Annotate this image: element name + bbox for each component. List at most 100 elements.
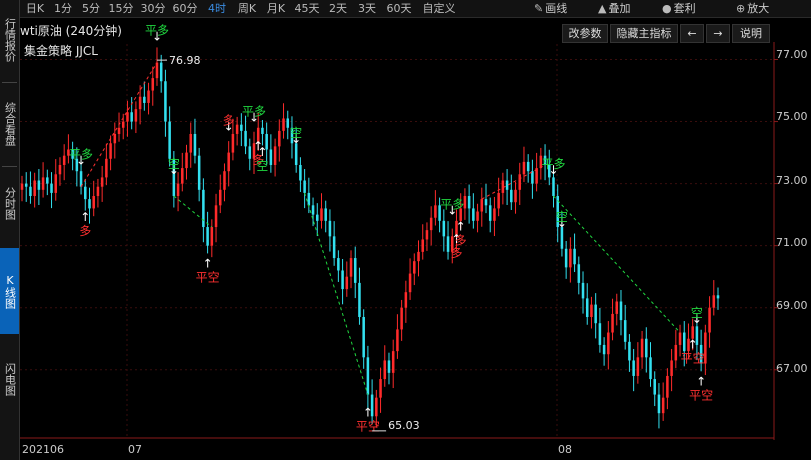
candle-body [383, 360, 387, 380]
candle-body [531, 171, 534, 184]
candle-body [218, 189, 222, 206]
candle-body [84, 186, 87, 200]
candle-body [24, 183, 28, 187]
candle-body [581, 282, 585, 299]
candle-body [176, 183, 180, 197]
candle-body [607, 332, 610, 355]
signal-arrow: ↑ [688, 337, 698, 351]
candle-body [421, 239, 424, 252]
candle-body [210, 227, 214, 246]
candle-body [189, 133, 192, 153]
candle-body [206, 227, 209, 246]
candle-body [640, 338, 644, 358]
candle-body [126, 112, 129, 122]
candle-body [235, 124, 239, 134]
candle-body [337, 258, 340, 271]
candle-body [181, 168, 184, 184]
candle-body [105, 158, 108, 178]
candle-body [353, 258, 357, 283]
candle-body [708, 307, 711, 333]
candle-body [526, 161, 530, 172]
signal-label: 平空 [689, 389, 713, 403]
candle-body [480, 199, 484, 212]
signal-arrow: ↑ [203, 257, 213, 271]
candle-body [615, 301, 619, 314]
candle-body [134, 109, 138, 122]
candle-body [653, 379, 656, 395]
candle-body [50, 183, 53, 193]
candle-body [442, 220, 446, 237]
candle-body [628, 341, 631, 361]
candle-body [269, 149, 273, 165]
candle-body [223, 171, 226, 190]
signal-label: 多 [455, 233, 467, 247]
signal-arrow: ↑ [696, 375, 706, 389]
candle-body [505, 180, 509, 190]
candle-body [366, 357, 370, 395]
candle-body [670, 360, 673, 376]
candle-body [484, 199, 488, 206]
candle-body [311, 205, 315, 215]
signal-label: 平空 [681, 351, 705, 365]
candle-body [159, 62, 163, 82]
candle-body [666, 375, 669, 398]
candle-body [316, 214, 319, 221]
trend-line [80, 62, 158, 187]
candle-body [227, 152, 230, 172]
candle-body [324, 208, 327, 221]
candle-body [560, 227, 564, 249]
candle-body [518, 174, 522, 190]
signal-label: 多 [223, 114, 235, 128]
candle-body [41, 177, 45, 190]
signal-label: 空 [256, 159, 268, 173]
candle-body [400, 307, 403, 330]
candle-body [716, 295, 720, 299]
candle-body [109, 143, 112, 159]
candle-body [214, 205, 218, 228]
candle-body [649, 357, 652, 380]
candle-body [138, 96, 142, 110]
candle-body [244, 130, 247, 147]
candle-body [682, 332, 686, 352]
signal-label: 平多 [541, 157, 565, 171]
low-value-label: 65.03 [388, 419, 420, 432]
candle-body [510, 189, 513, 203]
candle-body [54, 174, 58, 193]
signal-label: 空 [691, 306, 703, 320]
candle-body [168, 121, 171, 159]
candle-body [632, 360, 635, 376]
candle-body [429, 217, 433, 231]
signal-label: 平多 [440, 197, 464, 211]
candle-body [358, 282, 361, 318]
candle-body [493, 208, 496, 221]
candle-body [143, 96, 146, 103]
candle-body [248, 146, 252, 159]
candle-body [573, 248, 576, 265]
candle-body [594, 304, 597, 324]
candle-body [121, 121, 125, 128]
candle-body [417, 251, 420, 262]
candle-body [585, 298, 589, 318]
trend-line [173, 195, 213, 228]
candle-body [396, 329, 399, 352]
candle-body [446, 236, 450, 252]
candle-body [467, 196, 471, 209]
signal-label: 平空 [356, 420, 380, 434]
candle-body [678, 332, 682, 345]
kline-chart[interactable]: ↓平多↑多↓平多↓空↑平空↓多 ↓平多↑多↑空↓空↑平空↓平多↑多↑多↓平多↓空↑… [0, 0, 811, 460]
candle-body [661, 397, 665, 414]
signal-arrow: ↑ [80, 210, 90, 224]
candle-body [345, 276, 349, 290]
signal-label: 多 [79, 224, 91, 238]
signal-label: 空 [290, 126, 302, 140]
candle-body [434, 205, 437, 218]
candle-body [282, 118, 285, 131]
candle-body [155, 62, 159, 79]
candle-body [712, 295, 716, 308]
candle-body [307, 192, 311, 206]
candle-body [497, 192, 500, 209]
candle-body [332, 236, 336, 259]
candle-body [320, 208, 323, 221]
candle-body [151, 78, 155, 91]
candle-body [619, 301, 623, 321]
